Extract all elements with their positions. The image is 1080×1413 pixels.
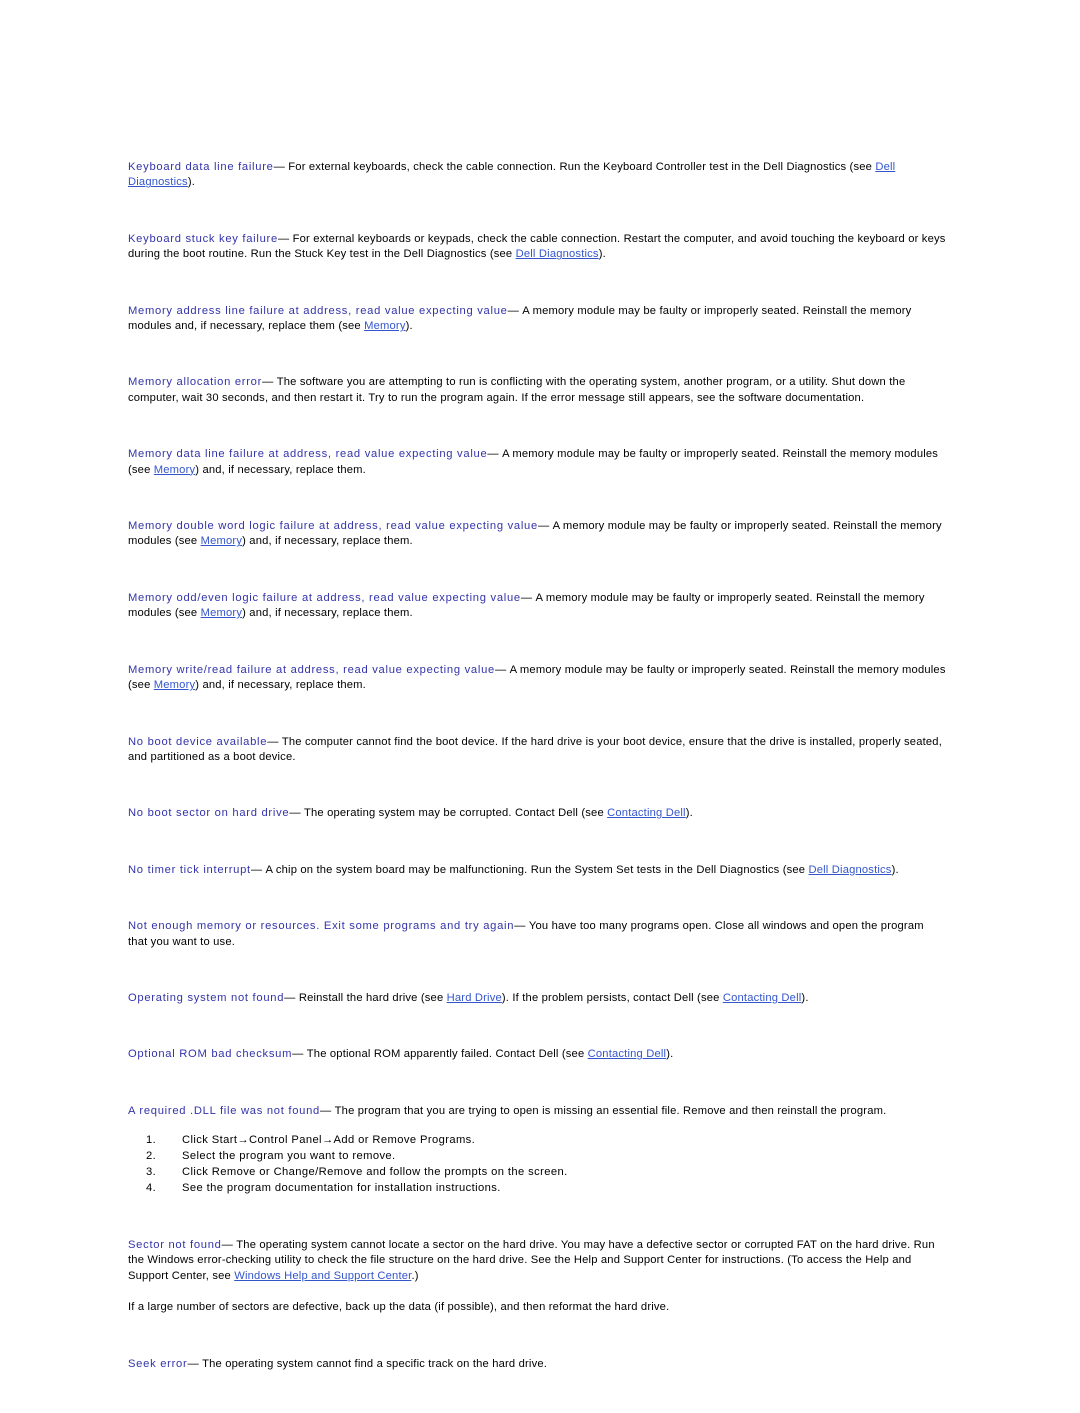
error-entry-memory-write-read-failure: Memory write/read failure at address, re… [128, 663, 946, 694]
sector-not-found-note: If a large number of sectors are defecti… [128, 1301, 670, 1314]
error-body: Reinstall the hard drive (see [298, 991, 447, 1004]
error-term: Memory data line failure at address, rea… [128, 448, 488, 461]
term-dash: — [267, 735, 279, 748]
error-body: The program that you are trying to open … [334, 1104, 887, 1117]
link-windows-help-and-support-center[interactable]: Windows Help and Support Center [234, 1270, 411, 1282]
term-dash: — [273, 161, 285, 173]
link-memory[interactable]: Memory [154, 464, 195, 476]
error-entry-keyboard-stuck-key-failure: Keyboard stuck key failure— For external… [128, 232, 946, 263]
error-term: Memory allocation error [128, 376, 263, 389]
document-content: Keyboard data line failure— For external… [128, 160, 946, 1413]
list-item: See the program documentation for instal… [146, 1181, 501, 1196]
dll-removal-steps: Click Start→Control Panel→Add or Remove … [128, 1133, 946, 1197]
error-term: Sector not found [128, 1239, 222, 1252]
error-entry-memory-odd-even-logic-failure: Memory odd/even logic failure at address… [128, 591, 946, 622]
term-dash: — [284, 991, 296, 1004]
error-term: Optional ROM bad checksum [128, 1048, 293, 1061]
error-entry-not-enough-memory-or-resources: Not enough memory or resources. Exit som… [128, 919, 946, 950]
term-dash: — [537, 520, 550, 533]
term-dash: — [221, 1239, 233, 1252]
error-term: Operating system not found [128, 991, 285, 1004]
link-dell-diagnostics[interactable]: Dell Diagnostics [808, 864, 891, 876]
error-body: The optional ROM apparently failed. Cont… [306, 1048, 588, 1061]
error-entry-memory-address-line-failure: Memory address line failure at address, … [128, 304, 946, 335]
link-memory[interactable]: Memory [364, 320, 405, 332]
error-entry-seek-error: Seek error— The operating system cannot … [128, 1357, 946, 1372]
error-entry-memory-data-line-failure: Memory data line failure at address, rea… [128, 447, 946, 478]
error-body-tail: ) and, if necessary, replace them. [242, 607, 413, 620]
list-item: Click Start→Control Panel→Add or Remove … [146, 1133, 476, 1148]
link-contacting-dell[interactable]: Contacting Dell [588, 1048, 667, 1060]
link-hard-drive[interactable]: Hard Drive [447, 992, 502, 1004]
error-term: No boot sector on hard drive [128, 807, 290, 820]
error-entry-optional-rom-bad-checksum: Optional ROM bad checksum— The optional … [128, 1047, 946, 1062]
term-dash: — [277, 232, 290, 245]
term-dash: — [262, 376, 274, 389]
error-entry-required-dll-file-not-found: A required .DLL file was not found— The … [128, 1104, 946, 1197]
error-term: No timer tick interrupt [128, 863, 251, 876]
link-dell-diagnostics[interactable]: Dell Diagnostics [516, 248, 599, 260]
error-body: A chip on the system board may be malfun… [265, 863, 809, 876]
error-term: Keyboard data line failure [128, 161, 274, 173]
error-body-tail: ). [685, 807, 693, 820]
error-entry-no-boot-sector-on-hard-drive: No boot sector on hard drive— The operat… [128, 806, 946, 821]
error-term: Memory odd/even logic failure at address… [128, 591, 521, 604]
link-contacting-dell[interactable]: Contacting Dell [607, 807, 686, 819]
link-memory[interactable]: Memory [201, 607, 242, 619]
error-term: Seek error [128, 1357, 188, 1370]
error-entry-operating-system-not-found: Operating system not found— Reinstall th… [128, 991, 946, 1006]
term-dash: — [250, 863, 263, 876]
error-body-tail: ). [666, 1048, 674, 1061]
error-body-tail: ). [801, 991, 809, 1004]
error-body: For external keyboards, check the cable … [288, 161, 876, 173]
error-body-tail: ). [405, 320, 413, 333]
list-item: Click Remove or Change/Remove and follow… [146, 1165, 568, 1180]
error-entry-memory-double-word-logic-failure: Memory double word logic failure at addr… [128, 519, 946, 550]
error-term: Keyboard stuck key failure [128, 232, 278, 245]
list-item: Select the program you want to remove. [146, 1149, 396, 1164]
error-body-tail: ) and, if necessary, replace them. [195, 679, 366, 692]
error-term: A required .DLL file was not found [128, 1104, 320, 1117]
term-dash: — [520, 591, 533, 604]
error-entry-keyboard-data-line-failure: Keyboard data line failure— For external… [128, 160, 946, 191]
link-contacting-dell[interactable]: Contacting Dell [723, 992, 802, 1004]
link-memory[interactable]: Memory [154, 679, 195, 691]
term-dash: — [187, 1357, 199, 1370]
error-body: The operating system cannot find a speci… [202, 1357, 548, 1370]
link-memory[interactable]: Memory [201, 535, 242, 547]
term-dash: — [487, 448, 499, 461]
error-entry-memory-allocation-error: Memory allocation error— The software yo… [128, 375, 946, 406]
error-body: The operating system may be corrupted. C… [304, 807, 608, 820]
error-body-tail: ). [187, 176, 196, 189]
error-term: Memory address line failure at address, … [128, 304, 508, 317]
error-entry-sector-not-found: Sector not found— The operating system c… [128, 1238, 946, 1316]
error-body-mid: ). If the problem persists, contact Dell… [501, 991, 723, 1004]
document-page: Keyboard data line failure— For external… [0, 0, 1080, 1397]
term-dash: — [494, 663, 507, 676]
error-entry-no-timer-tick-interrupt: No timer tick interrupt— A chip on the s… [128, 863, 946, 878]
error-body-tail: ) and, if necessary, replace them. [242, 535, 413, 548]
term-dash: — [292, 1048, 304, 1061]
error-body-tail: ). [891, 863, 899, 876]
error-body-tail: ) and, if necessary, replace them. [195, 463, 366, 476]
error-term: No boot device available [128, 735, 268, 748]
error-term: Memory double word logic failure at addr… [128, 520, 538, 533]
error-entry-no-boot-device-available: No boot device available— The computer c… [128, 735, 946, 766]
term-dash: — [319, 1104, 332, 1117]
error-body-tail: .) [411, 1269, 419, 1282]
term-dash: — [514, 920, 526, 933]
error-term: Not enough memory or resources. Exit som… [128, 920, 515, 933]
term-dash: — [289, 807, 301, 820]
error-term: Memory write/read failure at address, re… [128, 663, 495, 676]
term-dash: — [507, 304, 519, 317]
error-body-tail: ). [598, 248, 606, 261]
